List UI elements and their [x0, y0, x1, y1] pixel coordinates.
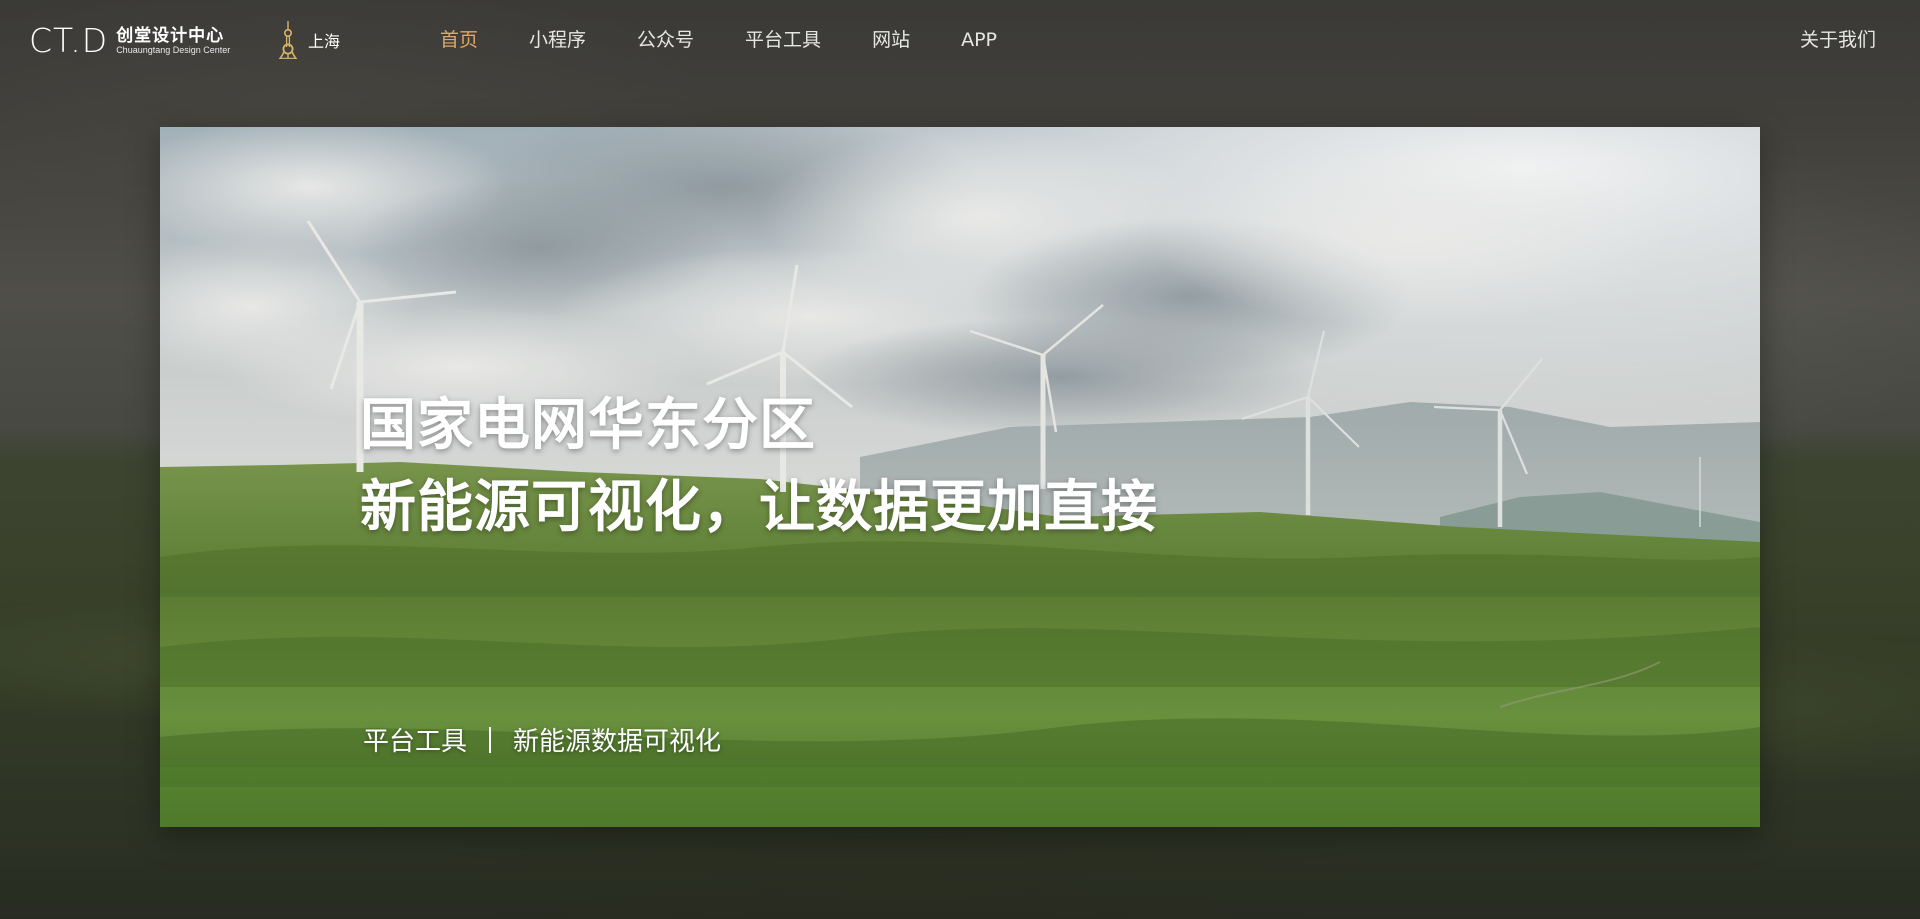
nav-item-mini-program[interactable]: 小程序 — [529, 26, 586, 54]
nav-item-about-us[interactable]: 关于我们 — [1800, 26, 1876, 54]
brand-name-en: Chuaungtang Design Center — [116, 44, 231, 55]
nav-item-official-account[interactable]: 公众号 — [637, 26, 694, 54]
hero-banner[interactable]: 国家电网华东分区 新能源可视化，让数据更加直接 平台工具 新能源数据可视化 — [160, 127, 1760, 827]
brand-text: 创堂设计中心 Chuaungtang Design Center — [116, 27, 230, 56]
hero-title-line-1: 国家电网华东分区 — [360, 393, 816, 458]
nav-item-home[interactable]: 首页 — [440, 26, 478, 54]
hero-category-label[interactable]: 平台工具 — [363, 721, 467, 758]
main-nav: 首页 小程序 公众号 平台工具 网站 APP — [440, 26, 1048, 54]
top-navigation-bar: CT.D 创堂设计中心 Chuaungtang Design Center 上海… — [0, 0, 1920, 80]
city-label: 上海 — [308, 32, 341, 51]
brand-name-cn: 创堂设计中心 — [116, 25, 225, 46]
city-selector[interactable]: 上海 — [278, 20, 340, 60]
brand-logo[interactable]: CT.D 创堂设计中心 Chuaungtang Design Center — [29, 24, 230, 58]
brand-mark: CT.D — [29, 21, 109, 60]
hero-title-line-2: 新能源可视化，让数据更加直接 — [360, 475, 1158, 540]
nav-item-platform-tools[interactable]: 平台工具 — [745, 26, 821, 54]
nav-item-website[interactable]: 网站 — [872, 26, 910, 54]
hero-subtitle: 新能源数据可视化 — [513, 727, 722, 757]
hero-divider — [489, 726, 492, 753]
oriental-pearl-tower-icon — [279, 21, 297, 59]
hero-footer: 平台工具 新能源数据可视化 — [363, 721, 721, 758]
hero-title: 国家电网华东分区 新能源可视化，让数据更加直接 — [360, 385, 1158, 549]
nav-item-app[interactable]: APP — [961, 26, 997, 54]
